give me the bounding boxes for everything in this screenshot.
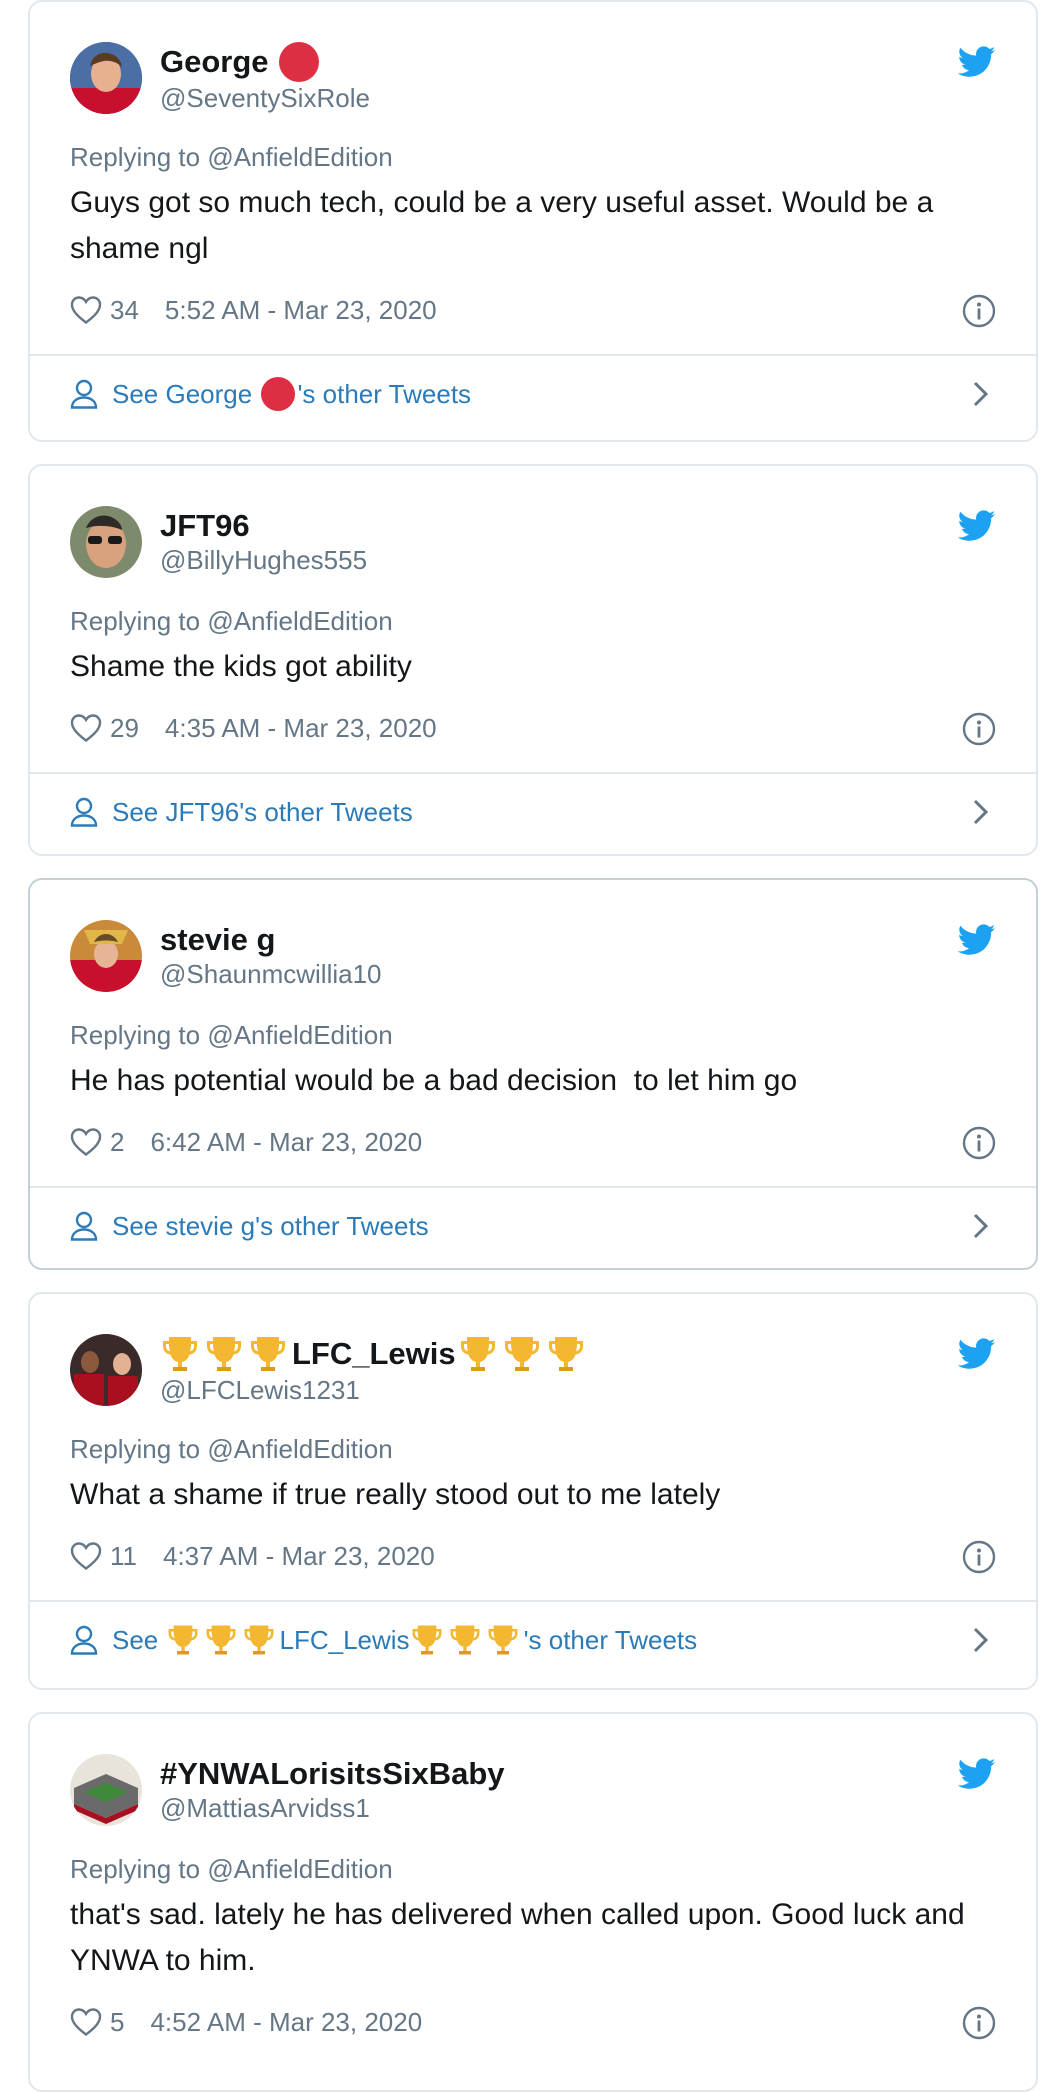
timestamp[interactable]: 6:42 AM - Mar 23, 2020 — [150, 1127, 422, 1158]
handle[interactable]: @LFCLewis1231 — [160, 1374, 590, 1406]
handle[interactable]: @BillyHughes555 — [160, 544, 367, 576]
reply-target-link[interactable]: @AnfieldEdition — [207, 1020, 392, 1050]
twitter-logo-icon[interactable] — [958, 1758, 996, 1790]
heart-icon[interactable] — [70, 1127, 102, 1157]
info-icon[interactable] — [962, 1126, 996, 1160]
avatar[interactable] — [70, 1334, 142, 1406]
person-icon — [70, 1625, 98, 1655]
heart-icon[interactable] — [70, 1541, 102, 1571]
tweet-text: Shame the kids got ability — [70, 650, 412, 683]
like-count: 5 — [110, 2006, 125, 2037]
avatar[interactable] — [70, 42, 142, 114]
display-name[interactable]: #YNWALorisitsSixBaby — [160, 1756, 505, 1792]
chevron-right-icon — [972, 798, 990, 826]
chevron-right-icon — [972, 1212, 990, 1240]
handle[interactable]: @MattiasArvidss1 — [160, 1792, 505, 1824]
reply-target-link[interactable]: @AnfieldEdition — [207, 1434, 392, 1464]
tweet-meta: 34 5:52 AM - Mar 23, 2020 — [70, 290, 996, 330]
trophy-icon — [448, 1623, 482, 1657]
replying-to: Replying to @AnfieldEdition — [70, 1020, 393, 1050]
tweet-card-lfc-lewis[interactable]: LFC_Lewis @LFCLewis1231 Replying to @Anf… — [28, 1292, 1038, 1690]
see-other-tweets-link[interactable]: See LFC_Lewis's other Tweets — [30, 1602, 1036, 1678]
avatar[interactable] — [70, 1754, 142, 1826]
trophy-icon — [486, 1623, 520, 1657]
see-other-tweets-link[interactable]: See JFT96's other Tweets — [30, 774, 1036, 850]
replying-to: Replying to @AnfieldEdition — [70, 606, 393, 636]
person-icon — [70, 379, 98, 409]
tweet-text: He has potential would be a bad decision… — [70, 1064, 798, 1097]
person-icon — [70, 1211, 98, 1241]
tweet-card-george[interactable]: George @SeventySixRole Replying to @Anfi… — [28, 0, 1038, 442]
tweet-meta: 5 4:52 AM - Mar 23, 2020 — [70, 2002, 996, 2042]
display-name[interactable]: LFC_Lewis — [160, 1334, 590, 1374]
tweet-text: Guys got so much tech, could be a very u… — [70, 186, 934, 265]
tweet-card-ynwa[interactable]: #YNWALorisitsSixBaby @MattiasArvidss1 Re… — [28, 1712, 1038, 2092]
avatar[interactable] — [70, 920, 142, 992]
tweet-text: What a shame if true really stood out to… — [70, 1478, 721, 1511]
reply-target-link[interactable]: @AnfieldEdition — [207, 606, 392, 636]
twitter-logo-icon[interactable] — [958, 46, 996, 78]
tweet-card-jft96[interactable]: JFT96 @BillyHughes555 Replying to @Anfie… — [28, 464, 1038, 856]
info-icon[interactable] — [962, 1540, 996, 1574]
person-icon — [70, 797, 98, 827]
heart-icon[interactable] — [70, 2007, 102, 2037]
see-other-tweets-link[interactable]: See George 's other Tweets — [30, 356, 1036, 432]
trophy-icon — [410, 1623, 444, 1657]
twitter-logo-icon[interactable] — [958, 1338, 996, 1370]
handle[interactable]: @Shaunmcwillia10 — [160, 958, 382, 990]
like-count: 2 — [110, 1126, 125, 1157]
red-circle-emoji — [278, 42, 319, 82]
reply-target-link[interactable]: @AnfieldEdition — [207, 1854, 392, 1884]
reply-target-link[interactable]: @AnfieldEdition — [207, 142, 392, 172]
trophy-icon — [204, 1623, 238, 1657]
heart-icon[interactable] — [70, 713, 102, 743]
trophy-icon — [204, 1334, 244, 1374]
display-name[interactable]: George — [160, 42, 370, 82]
info-icon[interactable] — [962, 2006, 996, 2040]
timestamp[interactable]: 4:37 AM - Mar 23, 2020 — [163, 1541, 435, 1572]
display-name[interactable]: JFT96 — [160, 508, 367, 544]
handle[interactable]: @SeventySixRole — [160, 82, 370, 114]
like-count: 11 — [110, 1540, 137, 1571]
tweet-meta: 2 6:42 AM - Mar 23, 2020 — [70, 1122, 996, 1162]
trophy-icon — [458, 1334, 498, 1374]
trophy-icon — [160, 1334, 200, 1374]
replying-to: Replying to @AnfieldEdition — [70, 1434, 393, 1464]
trophy-icon — [166, 1623, 200, 1657]
replying-to: Replying to @AnfieldEdition — [70, 1854, 393, 1884]
info-icon[interactable] — [962, 294, 996, 328]
timestamp[interactable]: 4:52 AM - Mar 23, 2020 — [150, 2007, 422, 2038]
info-icon[interactable] — [962, 712, 996, 746]
avatar[interactable] — [70, 506, 142, 578]
tweet-meta: 29 4:35 AM - Mar 23, 2020 — [70, 708, 996, 748]
trophy-icon — [546, 1334, 586, 1374]
tweet-card-stevie-g[interactable]: stevie g @Shaunmcwillia10 Replying to @A… — [28, 878, 1038, 1270]
like-count: 34 — [110, 294, 139, 325]
trophy-icon — [248, 1334, 288, 1374]
heart-icon[interactable] — [70, 295, 102, 325]
tweet-meta: 11 4:37 AM - Mar 23, 2020 — [70, 1536, 996, 1576]
twitter-logo-icon[interactable] — [958, 510, 996, 542]
chevron-right-icon — [972, 380, 990, 408]
replying-to: Replying to @AnfieldEdition — [70, 142, 393, 172]
timestamp[interactable]: 5:52 AM - Mar 23, 2020 — [165, 295, 437, 326]
like-count: 29 — [110, 712, 139, 743]
trophy-icon — [242, 1623, 276, 1657]
twitter-logo-icon[interactable] — [958, 924, 996, 956]
timestamp[interactable]: 4:35 AM - Mar 23, 2020 — [165, 713, 437, 744]
display-name[interactable]: stevie g — [160, 922, 382, 958]
chevron-right-icon — [972, 1626, 990, 1654]
trophy-icon — [502, 1334, 542, 1374]
red-circle-emoji — [261, 377, 296, 411]
tweet-text: that's sad. lately he has delivered when… — [70, 1898, 965, 1977]
see-other-tweets-link[interactable]: See stevie g's other Tweets — [30, 1188, 1036, 1264]
